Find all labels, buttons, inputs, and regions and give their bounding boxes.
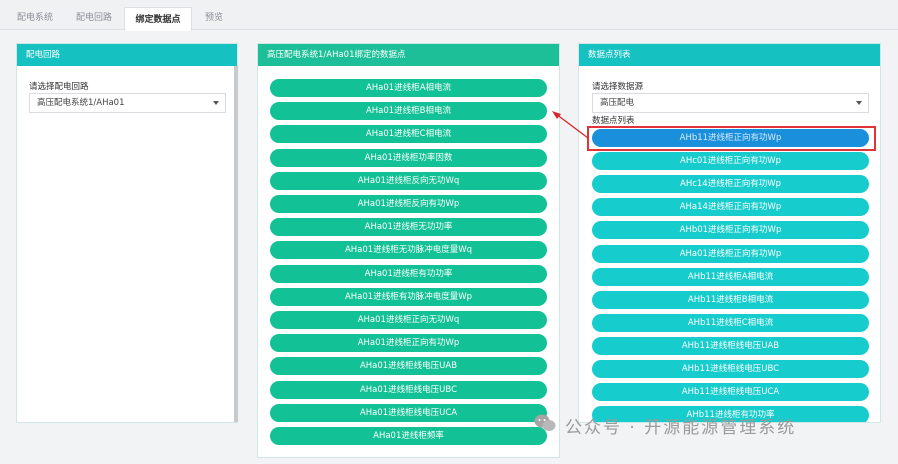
watermark-text: 公众号 · 开源能源管理系统	[565, 418, 797, 438]
data-point-item[interactable]: AHb11进线柜C相电流	[592, 313, 869, 332]
data-point-item[interactable]: AHb11进线柜线电压UAB	[592, 336, 869, 355]
data-point-item[interactable]: AHb11进线柜线电压UCA	[592, 383, 869, 402]
selected-item-highlight	[587, 126, 876, 151]
data-point-item[interactable]: AHb11进线柜B相电流	[592, 290, 869, 309]
data-source-select-label: 请选择数据源	[592, 82, 644, 92]
data-point-item[interactable]: AHa01进线柜正向有功Wp	[592, 244, 869, 263]
data-point-item[interactable]: AHb01进线柜正向有功Wp	[592, 221, 869, 240]
bound-point-item[interactable]: AHa01进线柜反向无功Wq	[270, 171, 547, 190]
circuit-select-label: 请选择配电回路	[29, 82, 89, 92]
circuit-select-value: 高压配电系统1/AHa01	[37, 98, 125, 108]
bound-point-item[interactable]: AHa01进线柜线电压UAB	[270, 357, 547, 376]
data-point-item[interactable]: AHc14进线柜正向有功Wp	[592, 175, 869, 194]
bound-point-item[interactable]: AHa01进线柜有功脉冲电度量Wp	[270, 287, 547, 306]
data-point-list-panel-title: 数据点列表	[579, 44, 880, 66]
circuit-panel: 配电回路 请选择配电回路 高压配电系统1/AHa01	[16, 43, 238, 423]
chevron-down-icon	[856, 101, 862, 105]
data-source-select[interactable]: 高压配电	[592, 93, 869, 113]
data-point-list-label: 数据点列表	[592, 116, 635, 126]
bound-point-item[interactable]: AHa01进线柜无功功率	[270, 218, 547, 237]
data-point-item[interactable]: AHa14进线柜正向有功Wp	[592, 198, 869, 217]
bound-point-item[interactable]: AHa01进线柜正向无功Wq	[270, 311, 547, 329]
bound-point-item[interactable]: AHa01进线柜功率因数	[270, 148, 547, 167]
bound-point-item[interactable]: AHa01进线柜反向有功Wp	[270, 195, 547, 213]
bound-point-item[interactable]: AHa01进线柜频率	[270, 427, 547, 445]
drag-arrow-icon	[552, 111, 589, 139]
bound-points-panel-title: 高压配电系统1/AHa01绑定的数据点	[258, 44, 559, 66]
wechat-icon	[534, 414, 556, 431]
data-point-list-panel: 数据点列表 请选择数据源 高压配电 数据点列表 AHb11进线柜正向有功Wp AH…	[578, 43, 881, 423]
bound-point-item[interactable]: AHa01进线柜C相电流	[270, 125, 547, 144]
circuit-panel-scrollbar[interactable]	[234, 66, 238, 422]
data-source-select-value: 高压配电	[600, 98, 635, 108]
data-point-item[interactable]: AHc01进线柜正向有功Wp	[592, 152, 869, 171]
circuit-panel-title: 配电回路	[17, 44, 237, 66]
bound-point-item[interactable]: AHa01进线柜线电压UBC	[270, 380, 547, 399]
bound-point-item[interactable]: AHa01进线柜B相电流	[270, 102, 547, 121]
bound-point-item[interactable]: AHa01进线柜无功脉冲电度量Wq	[270, 241, 547, 260]
bound-point-item[interactable]: AHa01进线柜线电压UCA	[270, 403, 547, 422]
bound-point-item[interactable]: AHa01进线柜有功功率	[270, 264, 547, 283]
data-point-item[interactable]: AHb11进线柜A相电流	[592, 267, 869, 286]
tab-distribution-circuit[interactable]: 配电回路	[64, 6, 124, 30]
data-point-item[interactable]: AHb11进线柜线电压UBC	[592, 360, 869, 378]
tab-bind-data-points[interactable]: 绑定数据点	[124, 7, 192, 31]
circuit-select[interactable]: 高压配电系统1/AHa01	[29, 93, 226, 113]
chevron-down-icon	[213, 101, 219, 105]
tab-distribution-system[interactable]: 配电系统	[6, 6, 64, 30]
bound-point-item[interactable]: AHa01进线柜A相电流	[270, 79, 547, 97]
tab-preview[interactable]: 预览	[192, 6, 236, 30]
bound-points-panel: 高压配电系统1/AHa01绑定的数据点 AHa01进线柜A相电流 AHa01进线柜…	[257, 43, 560, 458]
tab-bar: 配电系统 配电回路 绑定数据点 预览	[0, 0, 898, 31]
bound-point-item[interactable]: AHa01进线柜正向有功Wp	[270, 334, 547, 353]
